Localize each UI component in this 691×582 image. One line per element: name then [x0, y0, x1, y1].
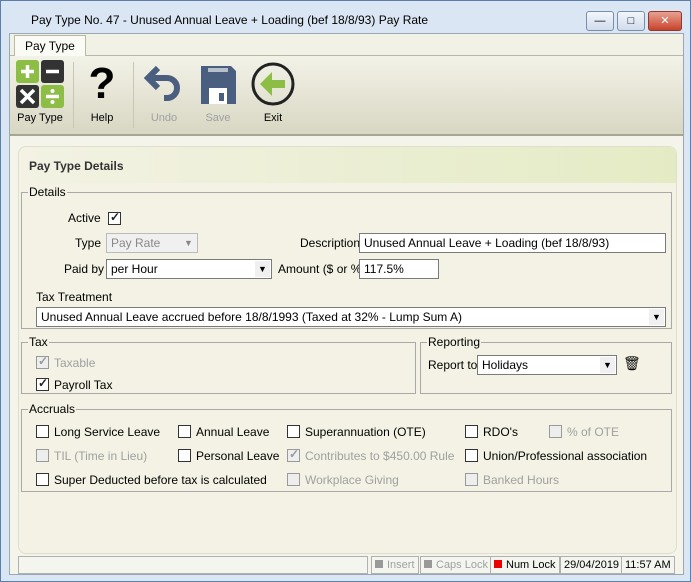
time-indicator: 11:57 AM — [621, 556, 675, 574]
pay-type-details-panel: Pay Type Details Details Active Type Pay… — [18, 146, 677, 554]
trash-icon[interactable]: 🗑 — [623, 355, 641, 372]
exit-button[interactable]: Exit — [250, 60, 296, 124]
active-checkbox[interactable] — [108, 210, 121, 226]
accrual-checkbox-contributes-to-450-00-rule[interactable]: Contributes to $450.00 Rule — [287, 447, 454, 463]
num-lock-indicator: Num Lock — [490, 556, 560, 574]
client-area: Pay Type Pay Type ? Help Undo Save Exit … — [9, 33, 684, 575]
reporting-group: Reporting Report to Holidays ▼ 🗑 — [420, 335, 672, 394]
status-message — [18, 556, 368, 574]
accruals-legend: Accruals — [29, 402, 76, 416]
chevron-down-icon: ▼ — [600, 357, 615, 373]
taxable-checkbox[interactable]: Taxable — [36, 354, 95, 370]
active-label: Active — [68, 211, 101, 225]
pay-type-label: Pay Type — [17, 112, 63, 124]
accrual-checkbox-workplace-giving[interactable]: Workplace Giving — [287, 472, 399, 487]
close-button[interactable]: ✕ — [648, 11, 682, 31]
payroll-tax-checkbox[interactable]: Payroll Tax — [36, 376, 112, 392]
undo-button[interactable]: Undo — [142, 60, 186, 124]
accrual-checkbox-til-time-in-lieu[interactable]: TIL (Time in Lieu) — [36, 448, 147, 463]
reporting-legend: Reporting — [428, 335, 481, 349]
type-label: Type — [75, 236, 102, 250]
calculator-icon — [16, 60, 64, 108]
window-title: Pay Type No. 47 - Unused Annual Leave + … — [31, 13, 429, 27]
undo-label: Undo — [150, 112, 178, 124]
tab-bar: Pay Type — [10, 34, 683, 57]
minimize-button[interactable]: — — [586, 11, 614, 31]
report-to-select[interactable]: Holidays ▼ — [477, 355, 617, 375]
type-select[interactable]: Pay Rate ▼ — [106, 233, 198, 253]
accrual-checkbox-annual-leave[interactable]: Annual Leave — [178, 424, 269, 439]
amount-input[interactable]: 117.5% — [359, 259, 439, 279]
tax-group: Tax Taxable Payroll Tax — [21, 335, 416, 394]
report-to-label: Report to — [428, 358, 478, 372]
caps-lock-indicator: Caps Lock — [420, 556, 492, 574]
exit-label: Exit — [263, 112, 283, 124]
window: Pay Type No. 47 - Unused Annual Leave + … — [0, 0, 691, 582]
insert-indicator: Insert — [371, 556, 419, 574]
description-input[interactable]: Unused Annual Leave + Loading (bef 18/8/… — [359, 233, 666, 253]
accrual-checkbox-union-professional-association[interactable]: Union/Professional association — [465, 448, 647, 463]
status-bar: Insert Caps Lock Num Lock 29/04/2019 11:… — [18, 556, 677, 574]
description-label: Description — [300, 236, 361, 250]
accrual-checkbox-banked-hours[interactable]: Banked Hours — [465, 472, 559, 487]
save-label: Save — [205, 112, 231, 124]
amount-label: Amount ($ or %) — [278, 262, 366, 276]
pay-type-button[interactable]: Pay Type — [14, 60, 66, 124]
panel-title: Pay Type Details — [19, 147, 676, 183]
help-icon: ? — [88, 59, 116, 108]
save-button[interactable]: Save — [196, 60, 240, 124]
accrual-checkbox-rdo-s[interactable]: RDO's — [465, 424, 518, 439]
accrual-checkbox-super-deducted-before-tax-is-calculated[interactable]: Super Deducted before tax is calculated — [36, 472, 267, 487]
accruals-group: Accruals Long Service Leave Annual Leave S… — [21, 402, 672, 492]
tax-legend: Tax — [29, 335, 48, 349]
accrual-checkbox-of-ote[interactable]: % of OTE — [549, 424, 619, 439]
chevron-down-icon: ▼ — [181, 235, 196, 251]
tab-pay-type[interactable]: Pay Type — [14, 35, 86, 57]
tax-treatment-select[interactable]: Unused Annual Leave accrued before 18/8/… — [36, 307, 666, 327]
chevron-down-icon: ▼ — [649, 309, 664, 325]
save-icon — [201, 66, 236, 104]
paid-by-label: Paid by — [64, 262, 105, 276]
details-group: Details Active Type Pay Rate▼ Descriptio… — [21, 185, 672, 329]
accrual-checkbox-superannuation-ote[interactable]: Superannuation (OTE) — [287, 424, 426, 439]
chevron-down-icon: ▼ — [255, 261, 270, 277]
accrual-checkbox-personal-leave[interactable]: Personal Leave — [178, 448, 279, 463]
maximize-button[interactable]: □ — [617, 11, 645, 31]
toolbar: Pay Type ? Help Undo Save Exit — [10, 56, 683, 136]
tax-treatment-label: Tax Treatment — [36, 290, 113, 304]
date-indicator: 29/04/2019 — [560, 556, 624, 574]
details-legend: Details — [29, 185, 66, 199]
help-button[interactable]: ? Help — [80, 59, 124, 125]
help-label: Help — [90, 112, 114, 124]
exit-arrow-icon — [251, 62, 295, 106]
undo-icon — [144, 65, 180, 101]
paid-by-select[interactable]: per Hour ▼ — [106, 259, 272, 279]
accrual-checkbox-long-service-leave[interactable]: Long Service Leave — [36, 424, 160, 439]
